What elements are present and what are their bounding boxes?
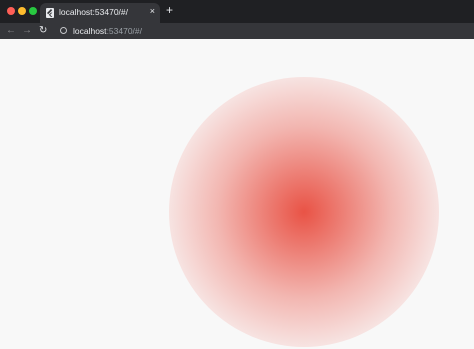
tab-strip: localhost:53470/#/ × + [0, 0, 474, 23]
flutter-icon [46, 8, 54, 18]
url-path: :53470/#/ [106, 26, 143, 36]
forward-arrow-icon[interactable]: → [22, 24, 32, 38]
page-content [0, 39, 474, 349]
tab-title: localhost:53470/#/ [59, 7, 128, 17]
new-tab-button[interactable]: + [166, 4, 173, 16]
minimize-window-button[interactable] [18, 7, 26, 15]
url-host: localhost [73, 26, 107, 36]
site-info-icon[interactable] [60, 27, 67, 34]
radial-gradient-circle [169, 77, 439, 347]
toolbar: ← → ↻ localhost:53470/#/ [0, 23, 474, 39]
back-arrow-icon[interactable]: ← [6, 24, 16, 38]
close-window-button[interactable] [7, 7, 15, 15]
tab-active[interactable]: localhost:53470/#/ × [40, 3, 160, 23]
reload-icon[interactable]: ↻ [39, 24, 47, 38]
maximize-window-button[interactable] [29, 7, 37, 15]
tab-close-icon[interactable]: × [150, 7, 155, 16]
browser-window: localhost:53470/#/ × + ← → ↻ localhost:5… [0, 0, 474, 349]
address-bar[interactable]: localhost:53470/#/ [73, 25, 142, 37]
